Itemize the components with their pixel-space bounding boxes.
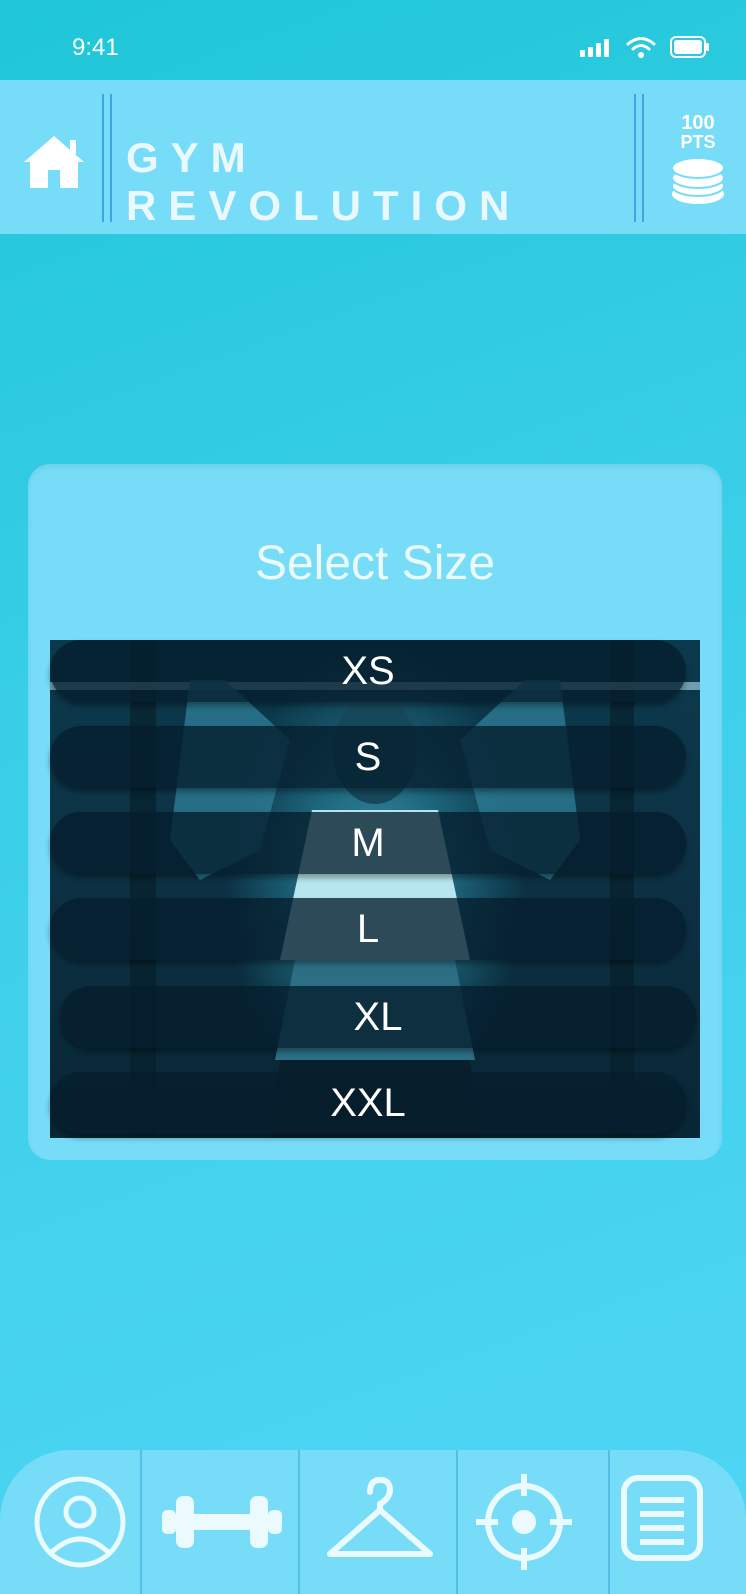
athlete-photo [50,640,700,1138]
status-icons [580,36,710,58]
hanger-icon [327,1476,433,1557]
athlete-photo-art [50,640,700,1138]
size-selection-card: Select Size XS S M L XL XXL [28,464,722,1160]
header-divider [642,94,644,222]
header-divider [102,94,104,222]
wifi-icon [626,37,656,58]
coins-icon [671,157,725,204]
home-icon [24,136,84,188]
tab-profile[interactable] [32,1474,132,1584]
app-header: GYM REVOLUTION [0,80,746,234]
target-icon [476,1474,572,1570]
tab-divider [608,1450,610,1594]
menu-icon [621,1475,703,1561]
profile-icon [34,1476,126,1568]
points-value: 100 [681,112,715,134]
size-option-xl[interactable]: XL [60,986,696,1048]
tab-divider [298,1450,300,1594]
tab-divider [140,1450,142,1594]
home-button[interactable] [20,132,88,192]
header-divider [110,94,112,222]
tab-clothing[interactable] [324,1474,436,1584]
points-display: 100 PTS [668,112,728,152]
battery-icon [670,36,709,58]
size-option-xs[interactable]: XS [50,640,686,702]
tab-divider [456,1450,458,1594]
size-option-m[interactable]: M [50,812,686,874]
signal-icon [580,39,609,57]
tab-menu[interactable] [620,1474,720,1584]
size-option-l[interactable]: L [50,898,686,960]
status-bar: 9:41 [0,0,746,78]
points-unit: PTS [680,132,716,152]
bottom-tab-bar [0,1450,746,1594]
tab-workouts[interactable] [160,1474,284,1584]
size-option-xxl[interactable]: XXL [50,1072,686,1134]
tab-goals[interactable] [476,1474,576,1584]
header-divider [634,94,636,222]
status-time: 9:41 [72,34,119,61]
dumbbell-icon [162,1496,282,1548]
app-title: GYM REVOLUTION [126,134,522,229]
size-option-s[interactable]: S [50,726,686,788]
select-size-title: Select Size [254,537,496,590]
